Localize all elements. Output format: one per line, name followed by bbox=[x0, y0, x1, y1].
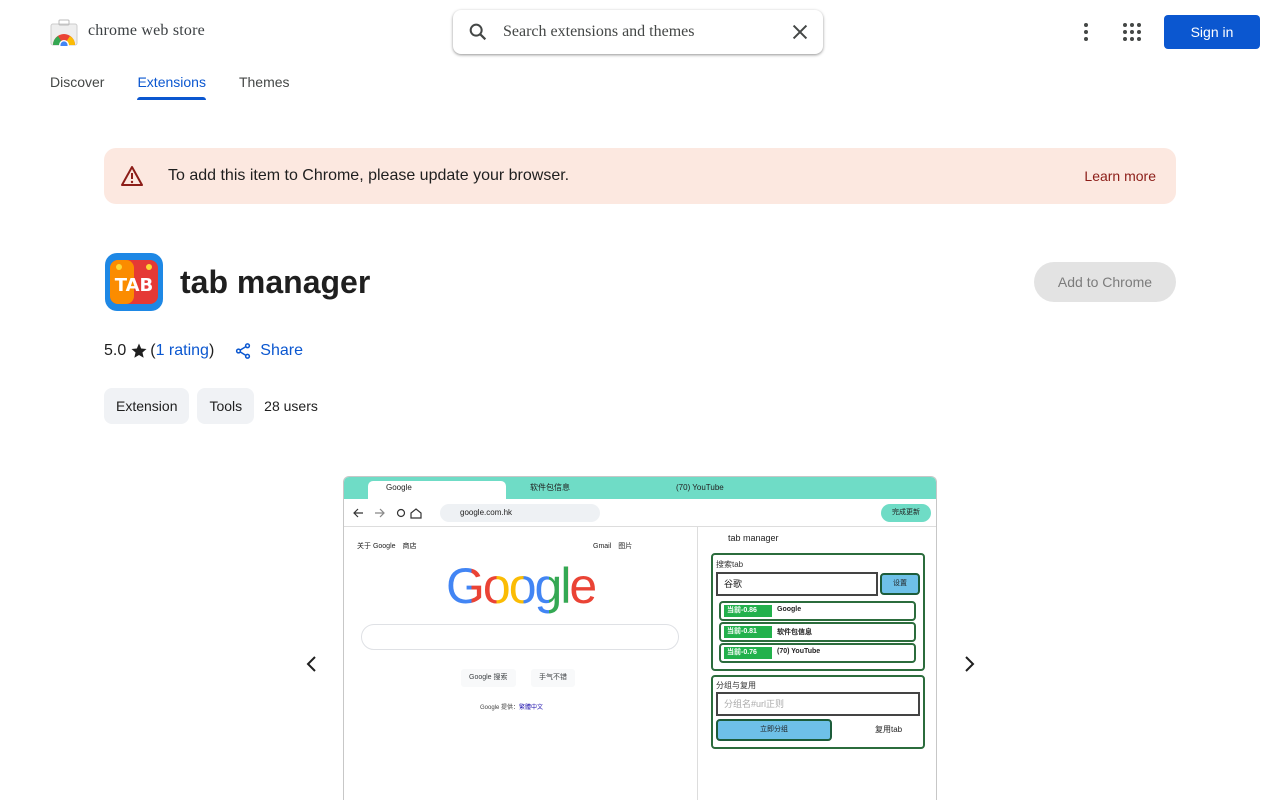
tab-themes[interactable]: Themes bbox=[239, 64, 290, 100]
result-score: 当前-0.76 bbox=[724, 647, 772, 659]
extension-icon: TAB bbox=[105, 253, 163, 311]
store-name[interactable]: chrome web store bbox=[88, 22, 205, 40]
share-label: Share bbox=[260, 342, 303, 359]
learn-more-link[interactable]: Learn more bbox=[1084, 168, 1156, 184]
result-score: 当前-0.86 bbox=[724, 605, 772, 617]
screenshot-url: google.com.hk bbox=[440, 504, 600, 522]
screenshot-tab: Google bbox=[368, 481, 506, 499]
rating-count-link[interactable]: 1 rating bbox=[156, 342, 209, 360]
screenshot-tabbar: Google 软件包信息 (70) YouTube bbox=[344, 477, 936, 499]
group-section: 分组与复用 分组名#url正则 立即分组 复用tab bbox=[711, 675, 925, 749]
result-name: Google bbox=[777, 606, 802, 613]
carousel-next-icon[interactable] bbox=[957, 652, 981, 676]
clear-search-icon[interactable] bbox=[789, 21, 811, 43]
screenshot-google-page: 关于 Google 商店 Gmail 图片 Google Google 搜索 手… bbox=[344, 527, 698, 800]
user-count: 28 users bbox=[264, 398, 318, 414]
google-search-button: Google 搜索 bbox=[461, 669, 516, 687]
group-field: 分组名#url正则 bbox=[716, 692, 920, 716]
result-name: (70) YouTube bbox=[777, 648, 821, 655]
extension-icon-text: TAB bbox=[115, 275, 154, 296]
google-logo-text: Google bbox=[446, 558, 597, 614]
chip-extension[interactable]: Extension bbox=[104, 388, 190, 424]
banner-message: To add this item to Chrome, please updat… bbox=[168, 167, 570, 184]
extension-screenshot: Google 软件包信息 (70) YouTube google.com.hk … bbox=[343, 476, 937, 800]
result-score: 当前-0.81 bbox=[724, 626, 772, 638]
update-browser-banner: To add this item to Chrome, please updat… bbox=[104, 148, 1176, 204]
search-tab-label: 搜索tab bbox=[716, 560, 744, 569]
chip-tools[interactable]: Tools bbox=[197, 388, 255, 424]
google-provided: Google 提供：繁體中文 bbox=[480, 702, 543, 711]
reuse-tab-checkbox: 复用tab bbox=[875, 725, 903, 734]
category-chips: Extension Tools 28 users bbox=[104, 388, 318, 424]
google-logo: Google bbox=[446, 557, 597, 615]
warning-icon bbox=[121, 166, 143, 186]
search-icon[interactable] bbox=[467, 21, 489, 43]
sign-in-button[interactable]: Sign in bbox=[1164, 15, 1260, 49]
google-lucky-button: 手气不错 bbox=[531, 669, 575, 687]
search-input[interactable] bbox=[503, 20, 773, 44]
header: chrome web store Sign in bbox=[0, 0, 1280, 64]
more-vert-icon[interactable] bbox=[1074, 20, 1098, 44]
share-button[interactable]: Share bbox=[234, 342, 303, 360]
rating-paren-close: ) bbox=[208, 342, 215, 359]
rating-value: 5.0 bbox=[104, 342, 127, 359]
google-search-box bbox=[361, 624, 679, 650]
result-name: 软件包信息 bbox=[777, 629, 812, 636]
result-row: 当前-0.81 软件包信息 bbox=[719, 622, 916, 642]
screenshot-nav-icons bbox=[353, 508, 422, 519]
share-icon bbox=[236, 343, 251, 359]
add-to-chrome-button[interactable]: Add to Chrome bbox=[1034, 262, 1176, 302]
nav-tabs: Discover Extensions Themes bbox=[50, 64, 323, 104]
group-label: 分组与复用 bbox=[716, 681, 756, 690]
search-box[interactable] bbox=[453, 10, 823, 54]
search-tab-section: 搜索tab 谷歌 设置 当前-0.86 Google 当前-0.81 软件包信息… bbox=[711, 553, 925, 671]
screenshot-toolbar: google.com.hk 完成更新 bbox=[344, 499, 936, 527]
result-row: 当前-0.76 (70) YouTube bbox=[719, 643, 916, 663]
extension-title: tab manager bbox=[180, 264, 371, 300]
search-tab-field: 谷歌 bbox=[716, 572, 878, 596]
group-now-button: 立即分组 bbox=[716, 719, 832, 741]
tab-extensions[interactable]: Extensions bbox=[137, 64, 207, 100]
screenshot-done-button: 完成更新 bbox=[881, 504, 931, 522]
star-icon bbox=[131, 343, 147, 358]
settings-button: 设置 bbox=[880, 573, 920, 595]
chrome-web-store-logo[interactable] bbox=[50, 18, 78, 46]
google-top-links-left: 关于 Google 商店 bbox=[357, 543, 417, 550]
rating-row: 5.0 (1 rating) Share bbox=[104, 342, 303, 360]
panel-title: tab manager bbox=[728, 533, 779, 543]
google-provided-label: Google 提供： bbox=[480, 705, 520, 711]
tab-discover[interactable]: Discover bbox=[50, 64, 104, 100]
result-row: 当前-0.86 Google bbox=[719, 601, 916, 621]
google-lang-link: 繁體中文 bbox=[519, 705, 544, 711]
screenshot-extension-panel: tab manager 搜索tab 谷歌 设置 当前-0.86 Google 当… bbox=[708, 527, 936, 800]
google-apps-icon[interactable] bbox=[1120, 20, 1144, 44]
screenshot-tab: (70) YouTube bbox=[676, 483, 724, 492]
carousel-prev-icon[interactable] bbox=[300, 652, 324, 676]
google-top-links-right: Gmail 图片 bbox=[593, 543, 633, 550]
screenshot-tab: 软件包信息 bbox=[530, 483, 570, 492]
